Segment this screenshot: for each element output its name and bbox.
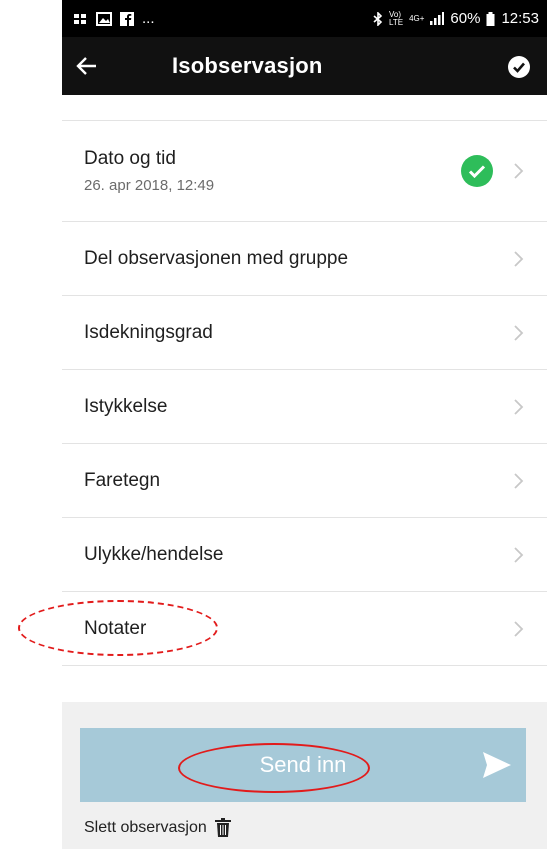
status-right-icons: Vo) LTE 4G+ 60% 12:53 (373, 10, 539, 27)
list-item-label: Del observasjonen med gruppe (84, 247, 349, 269)
list-item-label: Dato og tid (84, 148, 176, 169)
volte-indicator: Vo) LTE (389, 9, 404, 27)
list-item-accident[interactable]: Ulykke/hendelse (62, 518, 547, 592)
list-item-label: Isdekningsgrad (84, 321, 213, 343)
clock: 12:53 (501, 10, 539, 27)
list-item-text: Dato og tid 26. apr 2018, 12:49 (84, 148, 214, 194)
chevron-right-icon (514, 472, 524, 489)
chevron-right-icon (514, 546, 524, 563)
observation-list: Dato og tid 26. apr 2018, 12:49 Del obse… (62, 120, 547, 666)
list-item-label: Ulykke/hendelse (84, 543, 224, 565)
check-circle-icon[interactable] (508, 56, 530, 78)
list-item-date-time[interactable]: Dato og tid 26. apr 2018, 12:49 (62, 121, 547, 222)
network-type: 4G+ (409, 13, 425, 23)
chevron-right-icon (514, 250, 524, 267)
check-green-icon (461, 155, 493, 187)
chevron-right-icon (514, 620, 524, 637)
more-notifications: ... (142, 10, 155, 27)
tablet-icon (72, 12, 88, 26)
chevron-right-icon (514, 324, 524, 341)
phone-screen: ... Vo) LTE 4G+ 60% 12:53 Isobservasjon (62, 0, 547, 849)
list-item-danger-signs[interactable]: Faretegn (62, 444, 547, 518)
chevron-right-icon (514, 163, 524, 179)
delete-observation-link[interactable]: Slett observasjon (84, 818, 231, 837)
list-item-share-group[interactable]: Del observasjonen med gruppe (62, 222, 547, 296)
page-title: Isobservasjon (172, 53, 323, 78)
trash-icon (214, 818, 231, 837)
app-bar: Isobservasjon (62, 37, 547, 95)
status-left-icons: ... (72, 10, 155, 27)
back-arrow-icon[interactable] (72, 52, 100, 80)
delete-label: Slett observasjon (84, 818, 207, 836)
signal-icon (430, 12, 445, 25)
list-item-ice-thickness[interactable]: Istykkelse (62, 370, 547, 444)
image-icon (96, 11, 112, 26)
chevron-right-icon (514, 398, 524, 415)
status-bar: ... Vo) LTE 4G+ 60% 12:53 (62, 0, 547, 37)
list-item-ice-coverage[interactable]: Isdekningsgrad (62, 296, 547, 370)
battery-percent: 60% (450, 10, 481, 27)
list-item-label: Faretegn (84, 469, 161, 491)
list-item-subtitle: 26. apr 2018, 12:49 (84, 177, 215, 194)
bluetooth-icon (373, 11, 383, 26)
send-icon (483, 752, 511, 778)
list-item-label: Istykkelse (84, 395, 168, 417)
notes-annotation-ellipse (18, 600, 218, 656)
battery-icon (486, 11, 495, 26)
facebook-icon (120, 11, 134, 26)
send-annotation-ellipse (178, 743, 370, 793)
